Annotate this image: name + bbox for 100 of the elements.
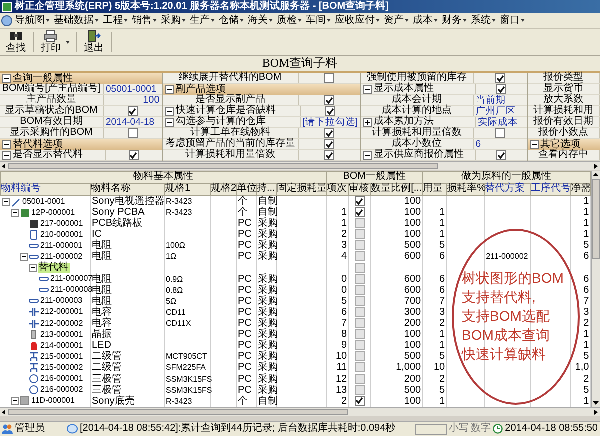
tree-node-label[interactable]: 211-000003 [40,296,84,306]
checkbox[interactable] [354,384,365,395]
checkbox[interactable] [354,351,365,362]
tree-node-label[interactable]: 替代料 [38,263,70,274]
collapse-icon[interactable] [2,74,11,83]
tree-node-label[interactable]: 216-000002 [40,385,84,396]
toolbar-button[interactable]: 打印 [38,29,64,55]
collapse-icon[interactable] [164,85,174,94]
toolbar-button[interactable]: 退出 [81,29,107,55]
column-header[interactable]: 规格1 [164,184,210,196]
checkbox[interactable] [354,284,365,295]
scrollbar-thumb[interactable] [592,179,600,259]
checkbox[interactable] [324,139,334,149]
menu-item[interactable]: 质检 [275,14,304,26]
checkbox[interactable] [354,251,365,262]
tree-node-label[interactable]: 214-000001 [40,340,84,351]
menu-item[interactable]: 应收应付 [333,14,382,26]
field-value[interactable]: 实际成本 [478,116,518,128]
tree-node-label[interactable]: 215-000002 [40,362,84,373]
menu-item[interactable]: 基础数据 [52,14,101,26]
checkbox[interactable] [354,396,365,406]
tree-node-label[interactable]: 212-000001 [40,307,84,318]
checkbox[interactable] [354,306,365,317]
checkbox[interactable] [354,218,365,228]
tree-node-label[interactable]: 216-000001 [40,374,84,384]
checkbox[interactable] [354,229,365,240]
dropdown-caret-icon[interactable] [66,40,70,44]
field-value[interactable]: [请下拉勾选] [302,116,358,128]
checkbox[interactable] [354,318,365,328]
checkbox[interactable] [128,150,139,160]
collapse-icon[interactable] [10,397,18,406]
tree-node-label[interactable]: 210-000001 [40,230,84,240]
checkbox[interactable] [354,207,365,218]
menu-item[interactable]: 仓储 [217,14,246,26]
scrollbar-thumb[interactable] [8,409,348,415]
column-header[interactable]: 数量比例[... [370,184,423,196]
tree-node-label[interactable]: 211-000007 [50,274,94,284]
column-header[interactable]: 净需 [570,184,591,196]
menu-item[interactable]: 财务 [440,14,469,26]
tree-node-label[interactable]: 211-000001 [40,240,84,251]
tree-node-label[interactable]: 215-000001 [40,352,84,362]
tree-node-label[interactable]: 212-000002 [40,318,84,329]
horizontal-scrollbar[interactable] [0,161,600,170]
column-header[interactable]: 物料编号 [0,184,90,196]
column-header[interactable]: 损耗率% [446,184,485,196]
menu-item[interactable]: 窗口 [498,14,527,26]
checkbox[interactable] [324,128,334,138]
collapse-icon[interactable] [10,208,18,217]
horizontal-scrollbar[interactable] [0,407,600,416]
checkbox[interactable] [495,73,506,83]
column-header[interactable]: 替代方案 [484,184,531,196]
collapse-icon[interactable] [2,198,10,206]
menu-item[interactable]: 海关 [246,14,275,26]
collapse-icon[interactable] [2,150,11,160]
collapse-icon[interactable] [28,264,36,272]
checkbox[interactable] [354,329,365,340]
checkbox[interactable] [324,95,334,105]
column-header[interactable]: 工序代号 [530,184,571,196]
field-value[interactable]: 广州厂区 [476,104,516,118]
checkbox[interactable] [324,150,334,160]
tree-node-label[interactable]: 12P-000001 [30,208,76,218]
checkbox[interactable] [354,240,365,250]
checkbox[interactable] [354,340,365,350]
field-value[interactable]: 100 [143,94,160,106]
checkbox[interactable] [354,296,365,306]
checkbox[interactable] [496,150,506,160]
column-header[interactable]: 审核 [348,184,371,196]
collapse-icon[interactable] [362,150,372,160]
tree-node-label[interactable]: 211-000002 [40,252,84,262]
column-header[interactable]: 固定损耗量 [276,184,327,196]
tree-node-label[interactable]: 213-000001 [40,330,84,340]
checkbox[interactable] [495,128,506,138]
column-header[interactable]: 项次 [326,184,349,196]
menu-item[interactable]: 车间 [304,14,333,26]
checkbox[interactable] [354,362,365,372]
tree-node-label[interactable]: 05001-0001 [22,196,66,206]
toolbar-button[interactable]: 查找 [3,29,29,55]
menu-item[interactable]: 工程 [101,14,130,26]
collapse-icon[interactable] [2,140,11,149]
column-header[interactable]: 用量 [422,184,447,196]
field-value[interactable]: 05001-0001 [106,84,157,94]
column-header[interactable]: 规格2 [210,184,236,196]
scrollbar-thumb[interactable] [8,163,438,169]
tree-node-label[interactable]: 217-000001 [40,218,84,229]
menu-item[interactable]: 资产 [382,14,411,26]
collapse-icon[interactable] [164,118,174,126]
collapse-icon[interactable] [530,140,539,149]
collapse-icon[interactable] [20,252,28,261]
collapse-icon[interactable] [164,106,174,116]
menu-item[interactable]: 导航图 [13,14,52,26]
menu-item[interactable]: 成本 [411,14,440,26]
vertical-scrollbar[interactable] [591,171,600,407]
checkbox[interactable] [354,196,365,206]
menu-item[interactable]: 销售 [130,14,159,26]
field-value[interactable]: 2014-04-18 [106,116,155,128]
checkbox[interactable] [324,73,334,83]
checkbox[interactable] [128,128,138,138]
checkbox[interactable] [354,274,365,284]
field-value[interactable]: 6 [476,138,482,150]
menu-item[interactable]: 生产 [188,14,217,26]
